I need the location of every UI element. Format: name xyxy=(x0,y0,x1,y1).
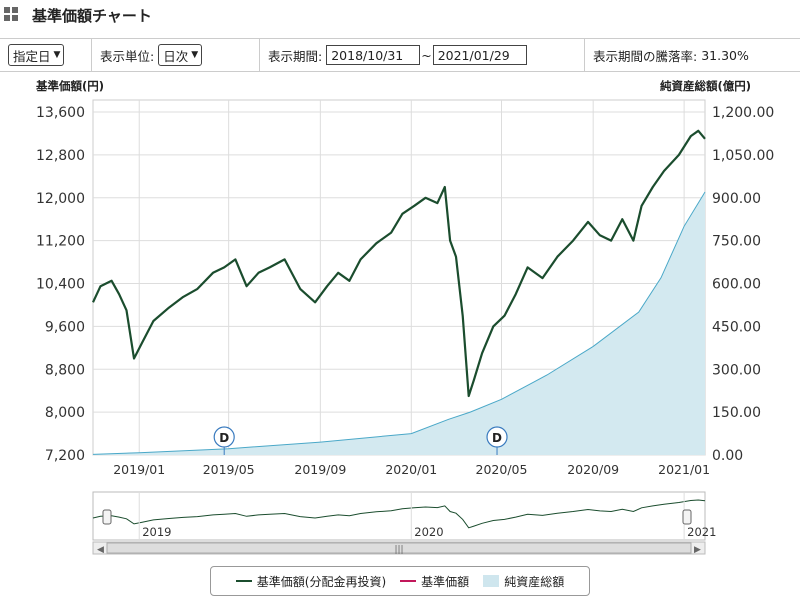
period-cell: 表示期間: 2018/10/31 ~ 2021/01/29 xyxy=(260,39,585,71)
change-value: 31.30% xyxy=(701,47,749,63)
navigator-frame xyxy=(92,491,706,541)
x-tick-label: 2019/01 xyxy=(113,462,165,477)
left-tick-label: 12,000 xyxy=(36,191,85,207)
right-tick-label: 150.00 xyxy=(712,405,761,421)
navigator-scrollbar[interactable] xyxy=(92,541,706,555)
chart-controls: 指定日 ▼ 表示単位: 日次 ▼ 表示期間: 2018/10/31 ~ 2021/0… xyxy=(0,38,800,72)
dividend-marker-label: D xyxy=(492,431,502,445)
plot-frame xyxy=(92,99,706,456)
left-tick-label: 8,800 xyxy=(45,362,85,378)
right-axis-title: 純資産総額(億円) xyxy=(660,79,752,93)
period-label: 表示期間: xyxy=(268,48,323,64)
right-tick-label: 1,200.00 xyxy=(712,105,774,121)
legend-label: 基準価額(分配金再投資) xyxy=(256,574,387,589)
legend-item-price[interactable]: 基準価額 xyxy=(400,573,469,590)
date-mode-select[interactable]: 指定日 ▼ xyxy=(8,44,65,66)
unit-cell: 表示単位: 日次 ▼ xyxy=(92,39,260,71)
x-tick-label: 2020/09 xyxy=(567,462,619,477)
left-tick-label: 13,600 xyxy=(36,105,85,121)
right-tick-label: 900.00 xyxy=(712,191,761,207)
date-mode-cell: 指定日 ▼ xyxy=(0,39,92,71)
grid-icon xyxy=(4,7,18,21)
unit-label: 表示単位: xyxy=(100,48,155,64)
x-tick-label: 2020/01 xyxy=(385,462,437,477)
right-tick-label: 300.00 xyxy=(712,362,761,378)
nav-area xyxy=(93,192,705,455)
left-tick-label: 7,200 xyxy=(45,448,85,464)
right-tick-label: 450.00 xyxy=(712,319,761,335)
legend-item-reinvest[interactable]: 基準価額(分配金再投資) xyxy=(235,573,387,590)
legend-swatch xyxy=(400,580,417,582)
left-tick-label: 12,800 xyxy=(36,148,85,164)
right-tick-label: 600.00 xyxy=(712,277,761,293)
right-tick-label: 750.00 xyxy=(712,234,761,250)
scroll-right-icon: ▶ xyxy=(694,545,701,555)
scrollbar-thumb[interactable] xyxy=(106,542,692,554)
legend-label: 純資産総額 xyxy=(504,574,565,589)
period-start-input[interactable]: 2018/10/31 xyxy=(326,45,421,65)
dividend-marker-label: D xyxy=(219,431,229,445)
navigator-tick-label: 2021 xyxy=(687,525,716,539)
left-tick-label: 8,000 xyxy=(45,405,85,421)
chevron-down-icon: ▼ xyxy=(53,50,61,60)
change-cell: 表示期間の騰落率: 31.30% xyxy=(585,39,800,71)
navigator-tick-label: 2020 xyxy=(414,525,443,539)
dividend-marker-icon xyxy=(486,426,508,448)
legend-label: 基準価額 xyxy=(421,574,470,589)
scroll-left-icon: ◀ xyxy=(97,545,104,555)
price-line xyxy=(92,129,706,398)
left-tick-label: 10,400 xyxy=(36,277,85,293)
legend-item-nav[interactable]: 純資産総額 xyxy=(483,573,564,590)
left-tick-label: 9,600 xyxy=(45,319,85,335)
navigator-tick-label: 2019 xyxy=(142,525,171,539)
navigator-handle[interactable] xyxy=(682,509,692,525)
period-end-input[interactable]: 2021/01/29 xyxy=(432,45,527,65)
change-label: 表示期間の騰落率: xyxy=(593,48,698,64)
x-tick-label: 2019/09 xyxy=(294,462,346,477)
legend-swatch xyxy=(483,575,500,587)
navigator-line xyxy=(92,499,706,529)
x-tick-label: 2019/05 xyxy=(203,462,255,477)
left-axis-title: 基準価額(円) xyxy=(36,79,105,93)
dividend-marker-icon xyxy=(213,426,235,448)
period-separator: ~ xyxy=(421,47,432,63)
x-tick-label: 2020/05 xyxy=(476,462,528,477)
chart-legend: 基準価額(分配金再投資) 基準価額 純資産総額 xyxy=(210,566,590,596)
unit-select[interactable]: 日次 ▼ xyxy=(158,44,203,66)
nav-line xyxy=(92,191,706,455)
scroll-grip-icon: ||| xyxy=(394,545,403,555)
right-tick-label: 1,050.00 xyxy=(712,148,774,164)
left-tick-label: 11,200 xyxy=(36,234,85,250)
chevron-down-icon: ▼ xyxy=(191,50,199,60)
legend-swatch xyxy=(235,580,252,582)
x-tick-label: 2021/01 xyxy=(658,462,710,477)
page-title: 基準価額チャート xyxy=(32,7,152,25)
right-tick-label: 0.00 xyxy=(712,448,743,464)
navigator-handle[interactable] xyxy=(102,509,112,525)
chart-header: 基準価額チャート xyxy=(0,0,800,30)
